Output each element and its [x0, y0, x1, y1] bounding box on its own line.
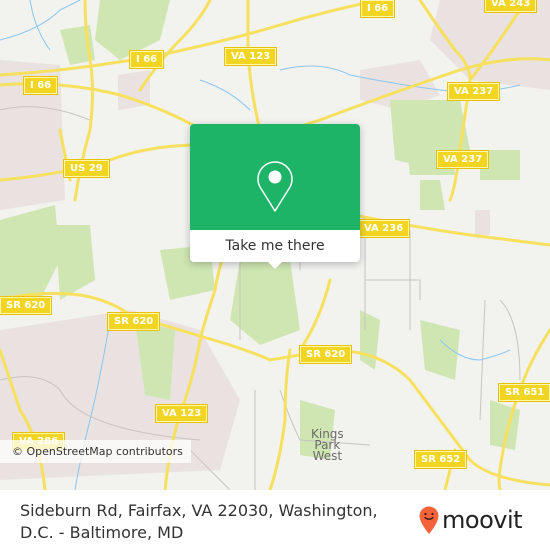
map-pin-icon — [257, 161, 293, 212]
address-text: Sideburn Rd, Fairfax, VA 22030, Washingt… — [20, 501, 378, 542]
road-label-sr651: SR 651 — [497, 383, 550, 402]
road-label-i66: I 66 — [128, 50, 165, 69]
road-label-va237: VA 237 — [435, 150, 490, 169]
road-label-sr620: SR 620 — [298, 345, 353, 364]
moovit-smiley-pin-icon — [419, 506, 439, 534]
road-label-va237: VA 237 — [446, 82, 501, 101]
moovit-wordmark: moovit — [442, 506, 523, 534]
map-attribution[interactable]: © OpenStreetMap contributors — [0, 440, 191, 463]
map[interactable]: I 66 I 66 I 66 VA 123 VA 243 VA 237 VA 2… — [0, 0, 550, 490]
road-label-i66: I 66 — [359, 0, 396, 18]
road-label-va236: VA 236 — [356, 219, 411, 238]
road-label-va123: VA 123 — [223, 47, 278, 66]
popup-pointer — [267, 261, 283, 269]
road-label-sr652: SR 652 — [413, 450, 468, 469]
road-label-i66: I 66 — [22, 76, 59, 95]
road-label-va243: VA 243 — [483, 0, 538, 13]
road-label-va123: VA 123 — [154, 404, 209, 423]
location-popup: Take me there — [190, 124, 360, 269]
take-me-there-button[interactable]: Take me there — [190, 230, 360, 262]
place-label-kings-park-west: Kings Park West — [311, 428, 344, 463]
road-label-us29: US 29 — [63, 159, 110, 178]
road-label-sr620: SR 620 — [106, 312, 161, 331]
moovit-logo[interactable]: moovit — [418, 505, 523, 535]
place-label-line: West — [312, 449, 343, 463]
popup-header — [190, 124, 360, 230]
road-label-sr620: SR 620 — [0, 296, 53, 315]
